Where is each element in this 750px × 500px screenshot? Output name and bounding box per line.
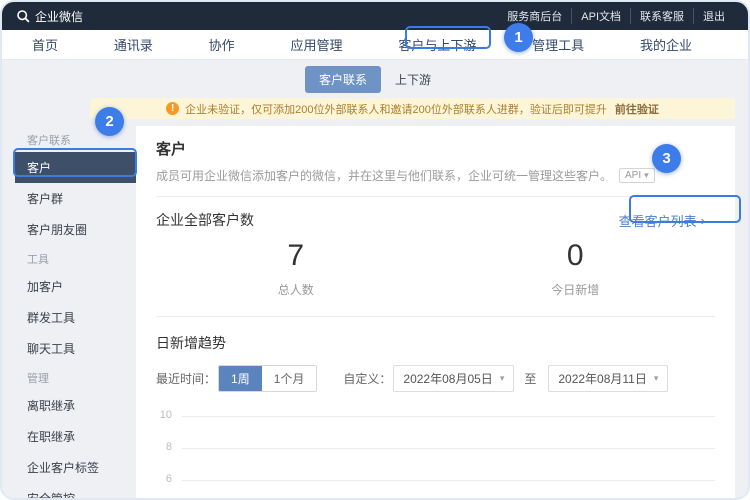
range-week-button[interactable]: 1周 xyxy=(219,366,262,391)
verification-banner: ! 企业未验证，仅可添加200位外部联系人和邀请200位外部联系人进群，验证后即… xyxy=(90,98,735,119)
stat-total: 7 总人数 xyxy=(156,239,436,298)
topbar-links: 服务商后台 API文档 联系客服 退出 xyxy=(498,8,734,24)
divider xyxy=(156,316,715,317)
sidebar-item-bulk-message-tools[interactable]: 群发工具 xyxy=(15,302,136,333)
page-title: 客户 xyxy=(156,138,715,159)
stat-new-today-value: 0 xyxy=(436,239,716,273)
wecom-logo: 企业微信 xyxy=(16,8,83,25)
verification-banner-text: 企业未验证，仅可添加200位外部联系人和邀请200位外部联系人进群，验证后即可提… xyxy=(185,101,607,117)
topbar-link-api-docs[interactable]: API文档 xyxy=(571,8,630,24)
stat-total-label: 总人数 xyxy=(156,281,436,298)
sidebar-group-header-management: 管理 xyxy=(15,364,136,390)
chevron-down-icon: ▾ xyxy=(654,373,659,384)
gridline xyxy=(182,448,715,449)
recent-time-label: 最近时间： xyxy=(156,370,216,387)
wecom-logo-text: 企业微信 xyxy=(35,8,83,25)
tab-upstream-downstream[interactable]: 上下游 xyxy=(381,66,445,93)
chart-grid-row: 8 xyxy=(156,448,715,480)
nav-item-contacts[interactable]: 通讯录 xyxy=(114,35,153,54)
custom-range-label: 自定义： xyxy=(343,370,391,387)
main-nav: 首页 通讯录 协作 应用管理 客户与上下游 管理工具 我的企业 xyxy=(2,30,748,60)
range-toggle: 1周 1个月 xyxy=(218,365,317,392)
total-customers-section-header: 企业全部客户数 查看客户列表 › xyxy=(156,207,715,233)
sidebar-item-security-control[interactable]: 安全管控 xyxy=(15,483,136,500)
chart-grid-row: 10 xyxy=(156,416,715,448)
topbar-link-contact-support[interactable]: 联系客服 xyxy=(630,8,693,24)
sidebar-item-chat-tools[interactable]: 聊天工具 xyxy=(15,333,136,364)
sidebar-item-resigned-inheritance[interactable]: 离职继承 xyxy=(15,390,136,421)
gridline xyxy=(182,480,715,481)
annotation-badge-1: 1 xyxy=(504,23,533,52)
view-customer-list-label: 查看客户列表 xyxy=(619,211,697,230)
date-to-label: 至 xyxy=(524,370,536,387)
sidebar-item-customer-groups[interactable]: 客户群 xyxy=(15,183,136,214)
go-verify-link[interactable]: 前往验证 xyxy=(615,101,659,117)
annotation-badge-3: 3 xyxy=(652,144,681,173)
top-bar: 企业微信 服务商后台 API文档 联系客服 退出 xyxy=(2,2,748,30)
divider xyxy=(156,196,715,197)
main-panel: 客户 成员可用企业微信添加客户的微信，并在这里与他们联系，企业可统一管理这些客户… xyxy=(136,126,735,500)
trend-controls: 最近时间： 1周 1个月 自定义： 2022年08月05日 ▾ 至 2022年0… xyxy=(156,365,715,392)
gridline xyxy=(182,416,715,417)
date-start-select[interactable]: 2022年08月05日 ▾ xyxy=(393,365,514,392)
sidebar: 客户联系 客户 客户群 客户朋友圈 工具 加客户 群发工具 聊天工具 管理 离职… xyxy=(15,126,136,500)
sidebar-item-active-inheritance[interactable]: 在职继承 xyxy=(15,421,136,452)
annotation-badge-2: 2 xyxy=(95,107,124,136)
view-customer-list-link[interactable]: 查看客户列表 › xyxy=(609,207,715,234)
daily-trend-title: 日新增趋势 xyxy=(156,333,715,353)
nav-item-my-enterprise[interactable]: 我的企业 xyxy=(640,35,692,54)
page-description: 成员可用企业微信添加客户的微信，并在这里与他们联系，企业可统一管理这些客户。 xyxy=(156,167,612,184)
topbar-link-service-console[interactable]: 服务商后台 xyxy=(498,8,571,24)
nav-item-management-tools[interactable]: 管理工具 xyxy=(532,35,584,54)
warning-icon: ! xyxy=(166,102,179,115)
sidebar-item-customers[interactable]: 客户 xyxy=(15,152,136,183)
api-dropdown-label: API xyxy=(625,170,641,181)
nav-item-collaboration[interactable]: 协作 xyxy=(209,35,235,54)
date-end-select[interactable]: 2022年08月11日 ▾ xyxy=(548,365,668,392)
tab-customer-contact[interactable]: 客户联系 xyxy=(305,66,381,93)
sidebar-item-enterprise-customer-tags[interactable]: 企业客户标签 xyxy=(15,452,136,483)
chevron-down-icon: ▾ xyxy=(644,170,649,181)
y-axis-tick: 6 xyxy=(156,473,172,485)
date-end-value: 2022年08月11日 xyxy=(558,370,647,387)
stat-new-today-label: 今日新增 xyxy=(436,281,716,298)
sidebar-item-add-customer[interactable]: 加客户 xyxy=(15,271,136,302)
stat-new-today: 0 今日新增 xyxy=(436,239,716,298)
nav-item-app-management[interactable]: 应用管理 xyxy=(290,35,342,54)
nav-item-home[interactable]: 首页 xyxy=(32,35,58,54)
sidebar-group-header-tools: 工具 xyxy=(15,245,136,271)
wecom-logo-icon xyxy=(16,9,30,23)
app-window: 企业微信 服务商后台 API文档 联系客服 退出 首页 通讯录 协作 应用管理 … xyxy=(0,0,750,500)
api-dropdown[interactable]: API ▾ xyxy=(619,168,655,183)
customer-stats: 7 总人数 0 今日新增 xyxy=(156,239,715,298)
page-description-row: 成员可用企业微信添加客户的微信，并在这里与他们联系，企业可统一管理这些客户。 A… xyxy=(156,167,715,184)
sidebar-item-customer-moments[interactable]: 客户朋友圈 xyxy=(15,214,136,245)
y-axis-tick: 8 xyxy=(156,441,172,453)
chart-grid-row: 6 xyxy=(156,480,715,500)
date-start-value: 2022年08月05日 xyxy=(403,370,492,387)
trend-chart: 10 8 6 4 xyxy=(156,416,715,500)
range-month-button[interactable]: 1个月 xyxy=(262,366,317,391)
topbar-link-logout[interactable]: 退出 xyxy=(693,8,734,24)
y-axis-tick: 10 xyxy=(156,409,172,421)
nav-item-customers-upstream-downstream[interactable]: 客户与上下游 xyxy=(398,35,476,54)
chevron-right-icon: › xyxy=(701,213,705,228)
chevron-down-icon: ▾ xyxy=(500,373,505,384)
content-body: 客户联系 客户 客户群 客户朋友圈 工具 加客户 群发工具 聊天工具 管理 离职… xyxy=(15,126,735,500)
stat-total-value: 7 xyxy=(156,239,436,273)
sub-tabs: 客户联系 上下游 xyxy=(2,67,748,91)
total-customers-title: 企业全部客户数 xyxy=(156,210,254,230)
